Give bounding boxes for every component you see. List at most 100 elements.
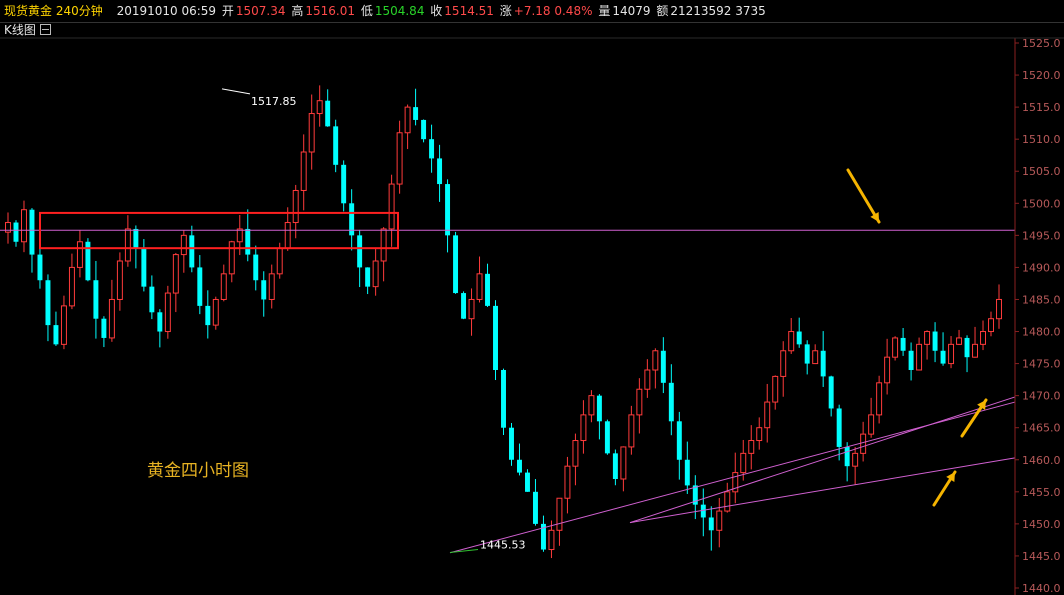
y-tick-label: 1440.0 <box>1022 582 1061 595</box>
candle-body-down <box>29 209 35 255</box>
y-tick-label: 1475.0 <box>1022 358 1061 371</box>
candle-body-down <box>517 459 522 473</box>
candle-body-up <box>236 228 243 243</box>
candle-body-up <box>972 343 979 358</box>
candle-body-up <box>172 254 179 294</box>
candle-body-up <box>300 151 307 191</box>
candle-body-down <box>940 350 946 364</box>
candle-body-down <box>836 408 842 447</box>
candle-body-up <box>76 241 83 268</box>
candle-body-down <box>844 446 850 467</box>
candle-body-up <box>580 414 587 442</box>
overlays-layer: 1517.85 1445.53 黄金四小时图 <box>0 88 1016 554</box>
candle-body-down <box>245 228 251 255</box>
candle-body-down <box>461 293 467 319</box>
candle-body-up <box>956 337 963 345</box>
candle-body-down <box>157 312 163 332</box>
candle-body-up <box>68 266 75 307</box>
candle-body-up <box>884 356 891 384</box>
candle-body-up <box>476 273 483 300</box>
candle-body-up <box>628 414 635 448</box>
candle-body-up <box>276 247 283 275</box>
y-tick-label: 1450.0 <box>1022 518 1061 531</box>
candle-body-up <box>268 273 275 300</box>
candle-body-down <box>341 164 347 204</box>
candle-body-down <box>357 235 363 268</box>
candle-body-down <box>524 472 530 492</box>
candle-body-up <box>860 433 867 454</box>
candlestick-chart[interactable]: 1517.85 1445.53 黄金四小时图 1525.0 1520.0 1515.0 1… <box>0 0 1064 595</box>
high-annotation: 1517.85 <box>251 95 297 108</box>
candle-body-up <box>756 427 763 442</box>
candle-body-down <box>596 395 602 422</box>
candle-body-up <box>396 132 403 185</box>
candle-body-down <box>964 337 970 358</box>
y-tick-label: 1515.0 <box>1022 101 1061 114</box>
y-tick-label: 1490.0 <box>1022 261 1061 274</box>
candle-body-down <box>413 107 419 120</box>
y-tick-label: 1455.0 <box>1022 486 1061 499</box>
candle-body-up <box>388 183 395 230</box>
candle-body-down <box>189 235 195 268</box>
candle-body-down <box>53 325 59 345</box>
candle-body-down <box>453 235 459 294</box>
candle-body-down <box>325 100 331 127</box>
candle-body-down <box>149 286 155 313</box>
candle-body-down <box>421 119 427 140</box>
candle-body-down <box>668 382 674 422</box>
candle-body-up <box>852 452 859 467</box>
candle-body-up <box>116 260 123 300</box>
candle-body-up <box>564 465 571 499</box>
candle-body-up <box>108 298 115 339</box>
candle-body-down <box>37 254 43 281</box>
candle-body-down <box>612 453 618 479</box>
candle-body-down <box>429 139 435 159</box>
low-annotation: 1445.53 <box>480 539 526 552</box>
candle-body-up <box>284 222 291 249</box>
candle-body-up <box>212 298 219 326</box>
candle-body-up <box>876 382 883 416</box>
candle-body-down <box>493 305 498 370</box>
candle-body-down <box>908 350 914 370</box>
arrow-up-icon <box>960 398 988 438</box>
candle-body-down <box>820 350 826 377</box>
candle-body-down <box>261 280 267 300</box>
candle-body-up <box>748 440 755 454</box>
candles-layer <box>5 85 1002 559</box>
y-tick-label: 1485.0 <box>1022 293 1061 306</box>
candle-body-down <box>900 337 906 351</box>
candle-body-down <box>501 370 506 428</box>
candle-body-up <box>948 343 955 365</box>
y-tick-label: 1470.0 <box>1022 390 1061 403</box>
candle-body-up <box>548 529 555 551</box>
candle-body-up <box>716 510 723 531</box>
candle-body-up <box>644 369 651 390</box>
candle-body-up <box>868 414 875 435</box>
candle-body-down <box>253 254 259 281</box>
y-tick-label: 1500.0 <box>1022 197 1061 210</box>
candle-body-up <box>588 395 595 416</box>
y-tick-label: 1525.0 <box>1022 37 1061 50</box>
y-tick-label: 1520.0 <box>1022 69 1061 82</box>
candle-body-up <box>764 401 771 429</box>
candle-body-down <box>660 350 666 383</box>
candle-body-down <box>437 158 443 185</box>
candle-body-up <box>772 375 779 403</box>
candle-body-up <box>724 491 731 512</box>
candle-body-up <box>556 497 563 531</box>
candle-body-up <box>308 113 315 153</box>
candle-body-up <box>180 234 187 256</box>
candle-body-down <box>804 344 810 364</box>
candle-body-up <box>780 350 787 377</box>
chart-caption: 黄金四小时图 <box>147 461 249 481</box>
candle-body-up <box>220 273 227 300</box>
candle-body-down <box>828 376 834 409</box>
candle-body-down <box>101 318 107 338</box>
candle-body-up <box>620 446 627 480</box>
candle-body-up <box>372 260 379 288</box>
candle-body-down <box>932 331 938 351</box>
candle-body-down <box>13 222 19 242</box>
candle-body-up <box>740 452 747 474</box>
candle-body-down <box>684 459 690 486</box>
candle-body-up <box>228 241 235 275</box>
